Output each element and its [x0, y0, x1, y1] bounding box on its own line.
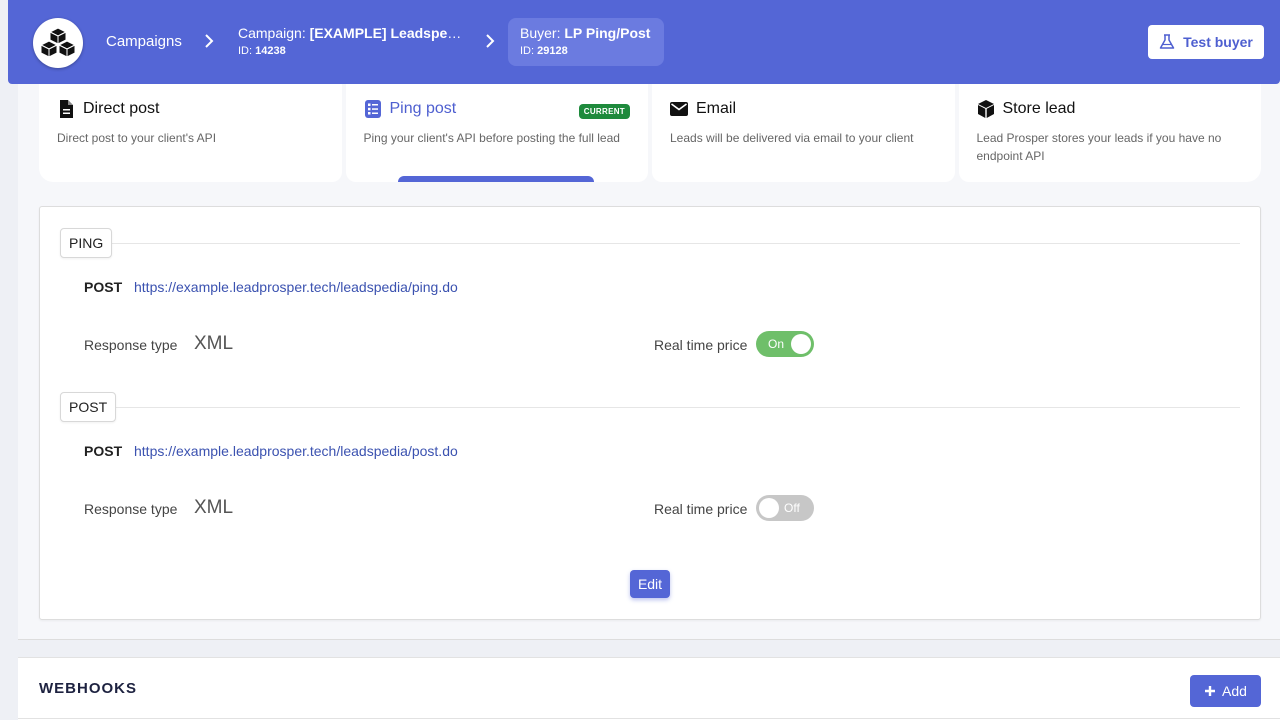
post-method: POST	[84, 443, 123, 459]
edit-button[interactable]: Edit	[630, 570, 670, 598]
delivery-method-cards: Direct post Direct post to your client's…	[39, 84, 1261, 182]
toggle-knob	[759, 498, 779, 518]
plus-icon	[1205, 686, 1216, 696]
current-badge: CURRENT	[578, 104, 630, 119]
section-divider	[80, 407, 1240, 408]
post-response-type: XML	[194, 497, 234, 518]
card-title: Store lead	[1002, 100, 1076, 117]
toggle-state: Off	[784, 501, 800, 515]
campaign-id: 14238	[255, 45, 286, 57]
card-description: Ping your client's API before posting th…	[363, 131, 620, 145]
ping-real-time-price-label: Real time price	[654, 337, 748, 353]
card-title: Ping post	[389, 100, 457, 117]
ping-method: POST	[84, 279, 123, 295]
ping-real-time-price-toggle[interactable]: On	[756, 331, 814, 357]
test-buyer-label: Test buyer	[1183, 34, 1253, 50]
campaign-id-label: ID:	[238, 45, 256, 57]
delivery-card-ping-post[interactable]: Ping post CURRENT Ping your client's API…	[345, 84, 648, 182]
section-divider	[18, 718, 1280, 719]
cubes-logo-icon	[40, 27, 76, 58]
card-description: Lead Prosper stores your leads if you ha…	[976, 131, 1222, 163]
post-real-time-price-label: Real time price	[654, 501, 748, 517]
add-webhook-button[interactable]: Add	[1190, 675, 1261, 707]
breadcrumb-buyer[interactable]: Buyer: LP Ping/Post ID: 29128	[508, 18, 664, 66]
ping-post-config: PING POST https://example.leadprosper.te…	[39, 206, 1261, 620]
ping-response-type-label: Response type	[84, 337, 178, 353]
test-buyer-button[interactable]: Test buyer	[1148, 25, 1264, 59]
breadcrumb-campaign[interactable]: Campaign: [EXAMPLE] Leadspedia ID: 14238	[238, 25, 463, 57]
campaign-prefix: Campaign:	[238, 25, 310, 41]
webhooks-section: WEBHOOKS Add	[18, 657, 1280, 720]
post-url[interactable]: https://example.leadprosper.tech/leadspe…	[134, 443, 458, 459]
ping-section-label: PING	[60, 228, 113, 258]
envelope-icon	[670, 100, 688, 118]
add-label: Add	[1222, 683, 1247, 699]
list-icon	[364, 100, 382, 118]
flask-icon	[1159, 34, 1175, 49]
campaign-name: [EXAMPLE] Leadspedia	[309, 25, 463, 41]
post-section-label: POST	[60, 392, 117, 422]
buyer-id: 29128	[537, 45, 568, 57]
delivery-card-email[interactable]: Email Leads will be delivered via email …	[652, 84, 955, 182]
buyer-prefix: Buyer:	[520, 25, 565, 41]
chevron-right-icon	[205, 34, 214, 48]
toggle-state: On	[768, 337, 785, 351]
breadcrumb-campaigns[interactable]: Campaigns	[106, 33, 182, 50]
card-description: Leads will be delivered via email to you…	[670, 131, 914, 145]
card-description: Direct post to your client's API	[57, 131, 217, 145]
chevron-right-icon	[486, 34, 495, 48]
card-title: Email	[696, 100, 737, 117]
active-indicator	[397, 176, 594, 182]
post-real-time-price-toggle[interactable]: Off	[756, 495, 814, 521]
ping-response-type: XML	[194, 333, 234, 354]
card-title: Direct post	[83, 100, 160, 117]
buyer-id-label: ID:	[520, 45, 538, 57]
top-header: Campaigns Campaign: [EXAMPLE] Leadspedia…	[8, 0, 1280, 84]
app-logo[interactable]	[33, 18, 83, 68]
document-icon	[57, 100, 75, 118]
delivery-card-direct-post[interactable]: Direct post Direct post to your client's…	[39, 84, 342, 182]
post-response-type-label: Response type	[84, 501, 178, 517]
delivery-card-store-lead[interactable]: Store lead Lead Prosper stores your lead…	[958, 84, 1261, 182]
section-divider	[80, 243, 1240, 244]
toggle-knob	[791, 334, 811, 354]
main-panel: Direct post Direct post to your client's…	[18, 84, 1280, 640]
buyer-name: LP Ping/Post	[564, 25, 651, 41]
webhooks-title: WEBHOOKS	[39, 680, 137, 697]
ping-url[interactable]: https://example.leadprosper.tech/leadspe…	[134, 279, 458, 295]
box-icon	[977, 100, 995, 118]
